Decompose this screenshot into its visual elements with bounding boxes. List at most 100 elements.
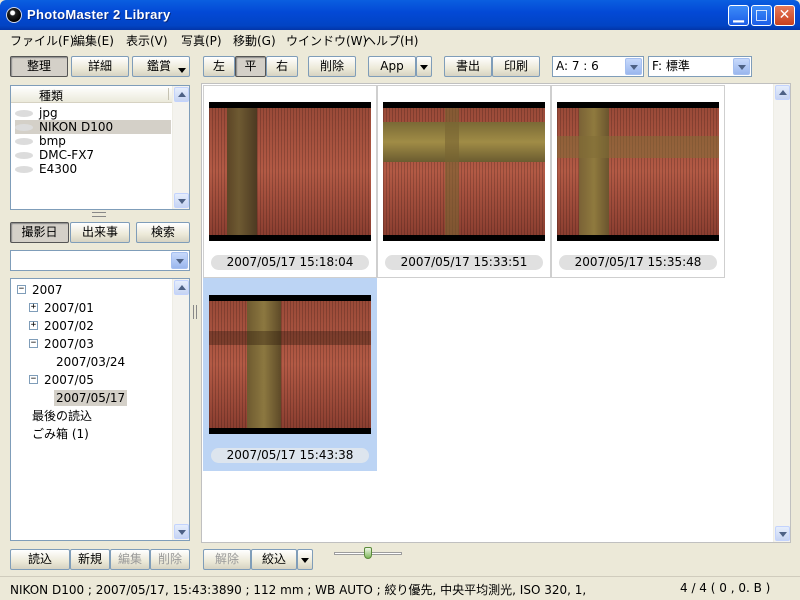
scroll-up-icon[interactable] xyxy=(174,87,189,102)
delete-folder-button[interactable]: 削除 xyxy=(150,549,190,570)
print-button[interactable]: 印刷 xyxy=(492,56,540,77)
filter-value: F: 標準 xyxy=(652,59,690,73)
collapse-icon[interactable]: − xyxy=(29,339,38,348)
photo-thumbnail[interactable]: 2007/05/17 15:33:51 xyxy=(377,85,551,278)
list-item-selected[interactable]: NIKON D100 xyxy=(15,120,171,134)
scroll-down-icon[interactable] xyxy=(775,526,790,541)
window-title: PhotoMaster 2 Library xyxy=(27,7,171,22)
rotate-right-button[interactable]: 右 xyxy=(266,56,298,77)
menu-go[interactable]: 移動(G) xyxy=(233,32,276,49)
tab-events[interactable]: 出来事 xyxy=(70,222,130,243)
close-button[interactable]: ✕ xyxy=(774,5,795,26)
column-divider xyxy=(168,88,169,100)
zoom-slider-thumb[interactable] xyxy=(364,547,372,559)
view-button-label: 鑑賞 xyxy=(147,59,172,73)
photo-stripe xyxy=(445,108,459,235)
thumbnail-grid[interactable]: 2007/05/17 15:18:04 2007/05/17 15:33:51 … xyxy=(201,83,791,543)
tree-node-2007-03-24[interactable]: 2007/03/24 xyxy=(56,354,125,370)
flat-button[interactable]: 平 xyxy=(235,56,266,77)
tree-node-2007-05-17-selected[interactable]: 2007/05/17 xyxy=(54,390,128,406)
photo-caption: 2007/05/17 15:43:38 xyxy=(211,448,369,463)
scroll-down-icon[interactable] xyxy=(174,524,189,539)
thumbnail-scrollbar[interactable] xyxy=(773,84,790,542)
title-bar[interactable]: PhotoMaster 2 Library ▁ □ ✕ xyxy=(0,0,800,30)
list-item[interactable]: jpg xyxy=(15,106,171,120)
details-button[interactable]: 詳細 xyxy=(71,56,129,77)
scroll-up-icon[interactable] xyxy=(174,280,189,295)
minimize-button[interactable]: ▁ xyxy=(728,5,749,26)
export-button[interactable]: 書出 xyxy=(444,56,492,77)
vertical-splitter-grip[interactable] xyxy=(193,305,197,319)
list-item[interactable]: E4300 xyxy=(15,162,171,176)
collapse-icon[interactable]: − xyxy=(29,375,38,384)
filter-dropdown-button[interactable] xyxy=(733,58,750,75)
delete-button[interactable]: 削除 xyxy=(308,56,356,77)
menu-edit[interactable]: 編集(E) xyxy=(73,32,114,49)
type-icon xyxy=(15,166,33,173)
photo-caption: 2007/05/17 15:18:04 xyxy=(211,255,369,270)
photo-thumbnail[interactable]: 2007/05/17 15:35:48 xyxy=(551,85,725,278)
organize-button[interactable]: 整理 xyxy=(10,56,68,77)
photo-content xyxy=(209,301,371,428)
photo-caption: 2007/05/17 15:35:48 xyxy=(559,255,717,270)
list-item[interactable]: DMC-FX7 xyxy=(15,148,171,162)
menu-file[interactable]: ファイル(F) xyxy=(10,32,74,49)
type-icon xyxy=(15,124,33,131)
photo-image xyxy=(209,295,371,434)
aspect-select[interactable]: A: 7 : 6 xyxy=(552,56,644,77)
app-button[interactable]: App xyxy=(368,56,416,77)
tree-scrollbar[interactable] xyxy=(172,279,189,540)
photo-image xyxy=(209,102,371,241)
tree-node-last-import[interactable]: 最後の読込 xyxy=(32,408,92,424)
types-scrollbar[interactable] xyxy=(172,86,189,209)
chevron-down-icon xyxy=(178,68,186,73)
search-button[interactable]: 検索 xyxy=(136,222,190,243)
import-button[interactable]: 読込 xyxy=(10,549,70,570)
expand-icon[interactable]: + xyxy=(29,321,38,330)
types-list[interactable]: 種類 jpg NIKON D100 bmp DMC-FX7 E4300 xyxy=(10,85,190,210)
menu-view[interactable]: 表示(V) xyxy=(126,32,168,49)
tab-date-taken[interactable]: 撮影日 xyxy=(10,222,69,243)
rotate-left-button[interactable]: 左 xyxy=(203,56,235,77)
tree-node-trash[interactable]: ごみ箱 (1) xyxy=(32,426,89,442)
type-icon xyxy=(15,110,33,117)
scroll-up-icon[interactable] xyxy=(775,85,790,100)
release-button[interactable]: 解除 xyxy=(203,549,251,570)
scroll-down-icon[interactable] xyxy=(174,193,189,208)
narrow-button[interactable]: 絞込 xyxy=(251,549,297,570)
types-header-label: 種類 xyxy=(39,89,64,103)
edit-button[interactable]: 編集 xyxy=(110,549,150,570)
photo-stripe xyxy=(227,108,257,235)
collapse-icon[interactable]: − xyxy=(17,285,26,294)
app-dropdown-button[interactable] xyxy=(416,56,432,77)
menu-help[interactable]: ヘルプ(H) xyxy=(364,32,418,49)
filter-select[interactable]: F: 標準 xyxy=(648,56,752,77)
new-button[interactable]: 新規 xyxy=(70,549,110,570)
photo-caption: 2007/05/17 15:33:51 xyxy=(385,255,543,270)
narrow-dropdown-button[interactable] xyxy=(297,549,313,570)
photo-stripe xyxy=(557,136,719,158)
view-menu-button[interactable]: 鑑賞 xyxy=(132,56,190,77)
aspect-dropdown-button[interactable] xyxy=(625,58,642,75)
photo-thumbnail[interactable]: 2007/05/17 15:18:04 xyxy=(203,85,377,278)
list-item[interactable]: bmp xyxy=(15,134,171,148)
photo-stripe xyxy=(579,108,609,235)
minimize-icon: ▁ xyxy=(733,7,744,23)
photo-stripe xyxy=(383,122,545,162)
expand-icon[interactable]: + xyxy=(29,303,38,312)
maximize-button[interactable]: □ xyxy=(751,5,772,26)
photo-image xyxy=(383,102,545,241)
date-dropdown-button[interactable] xyxy=(171,252,188,269)
splitter-grip[interactable] xyxy=(92,212,106,217)
menu-photo[interactable]: 写真(P) xyxy=(181,32,222,49)
date-tree[interactable]: − 2007 + 2007/01 + 2007/02 − 2007/03 200… xyxy=(10,278,190,541)
aspect-value: A: 7 : 6 xyxy=(556,59,599,73)
photo-image xyxy=(557,102,719,241)
menu-window[interactable]: ウインドウ(W) xyxy=(286,32,367,49)
types-header[interactable]: 種類 xyxy=(11,86,172,103)
date-select[interactable] xyxy=(10,250,190,271)
photo-stripe xyxy=(247,301,281,428)
photo-content xyxy=(557,108,719,235)
chevron-down-icon xyxy=(630,65,638,70)
photo-thumbnail-selected[interactable]: 2007/05/17 15:43:38 xyxy=(203,278,377,471)
